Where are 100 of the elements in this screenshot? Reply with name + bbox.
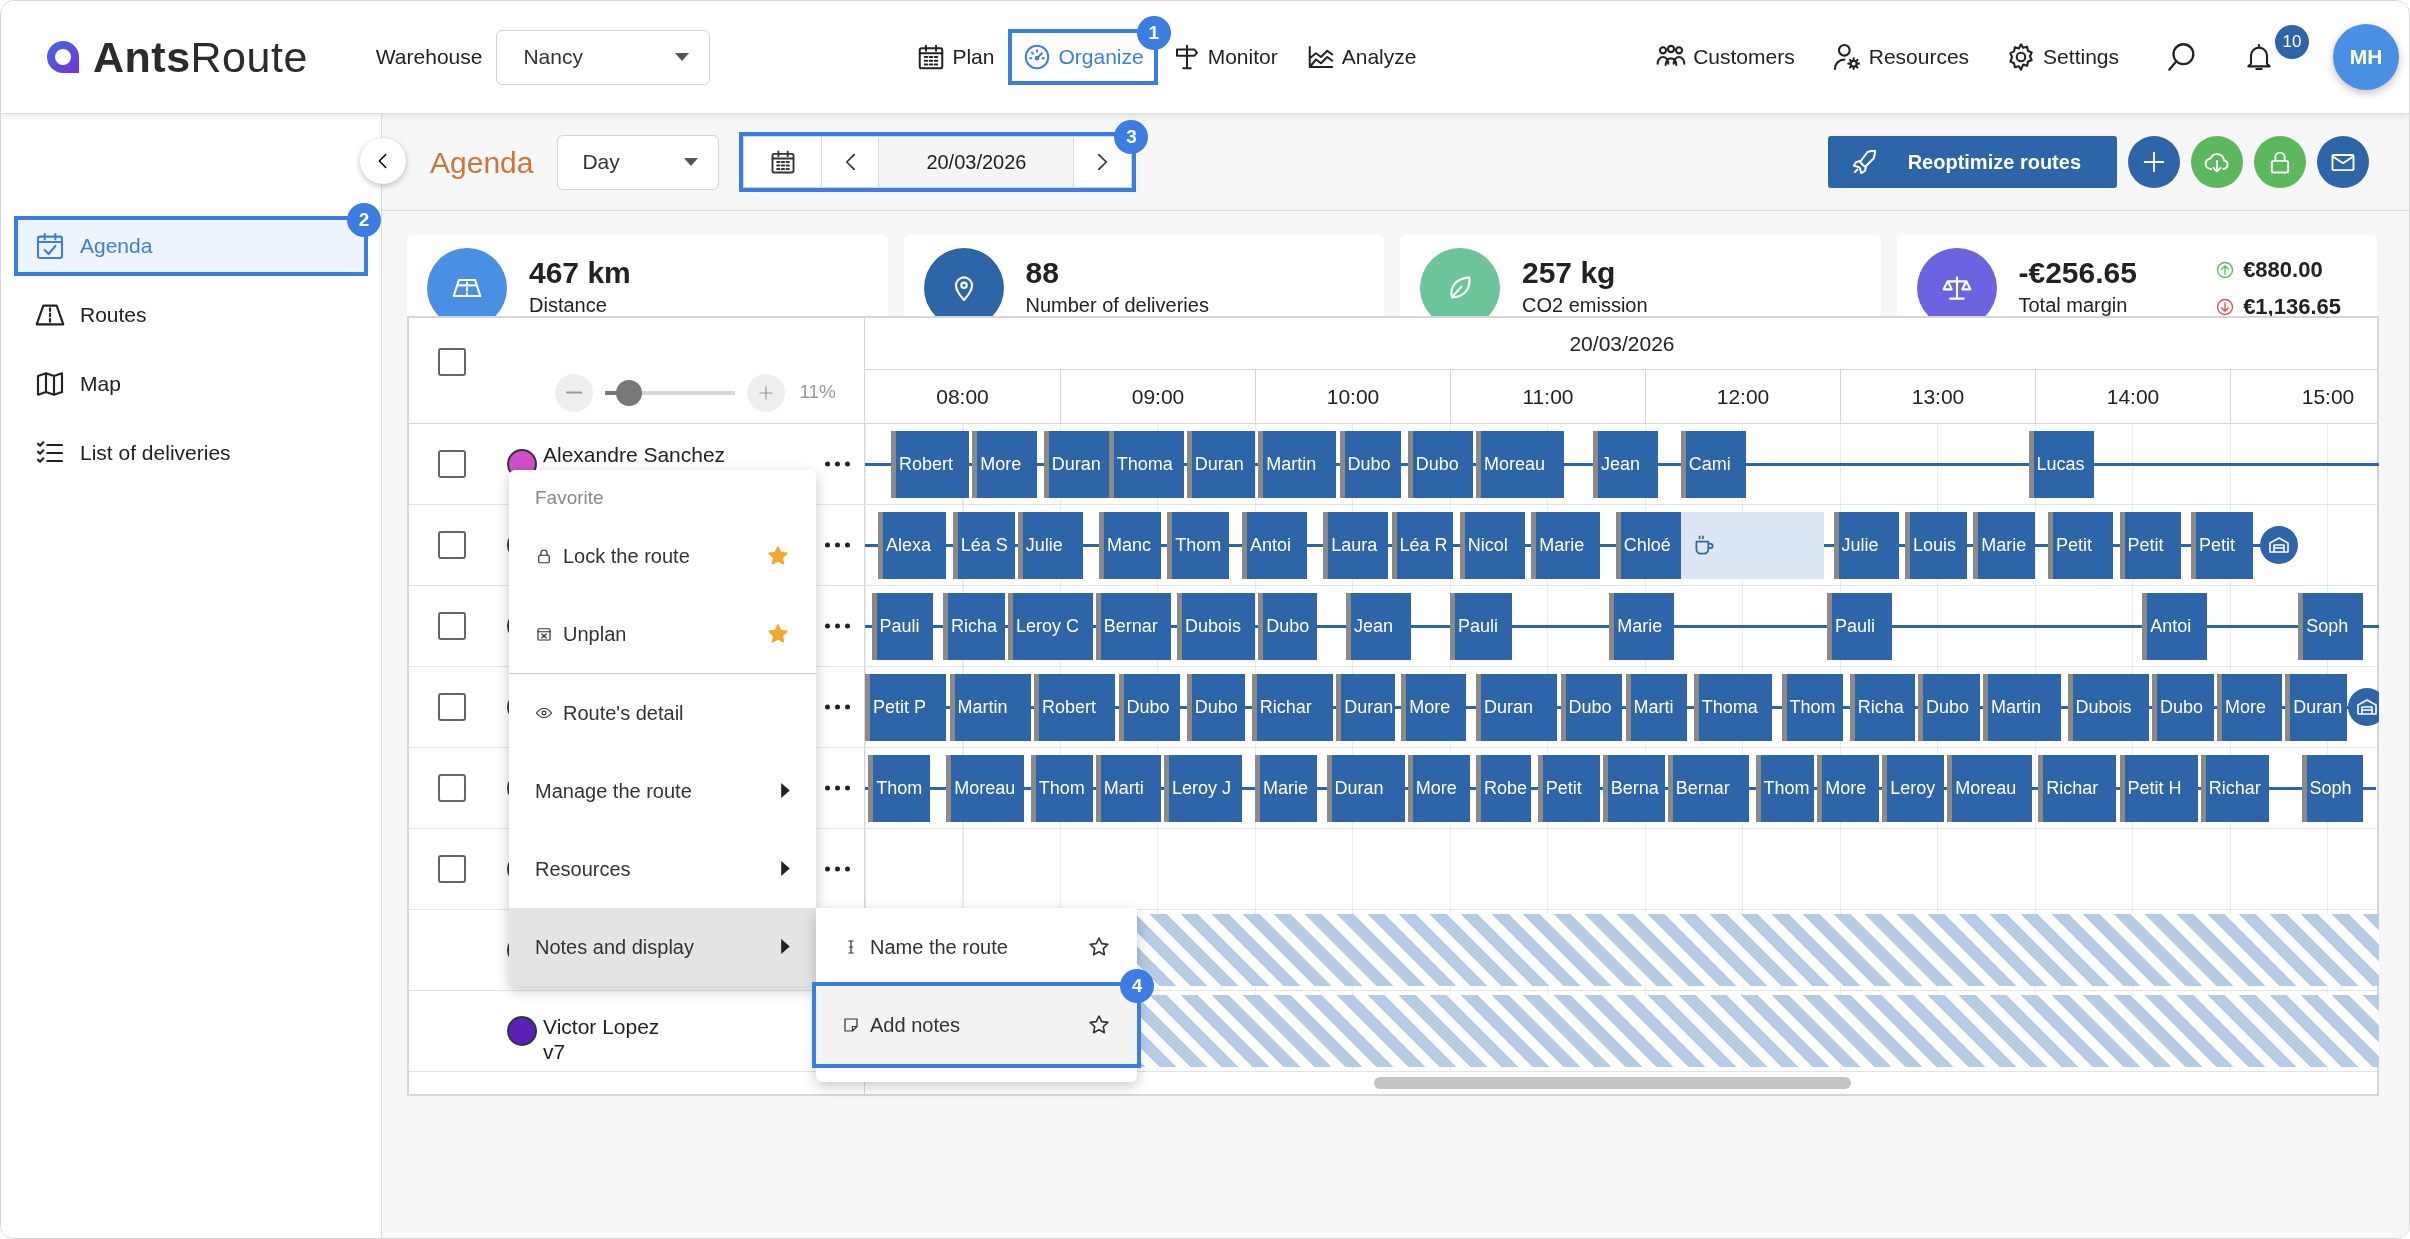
nav-tab[interactable]: Plan bbox=[906, 33, 1005, 81]
delivery-block[interactable]: Marie bbox=[1973, 512, 2035, 579]
sidebar-item[interactable]: Map bbox=[18, 358, 364, 410]
row-checkbox[interactable] bbox=[438, 855, 466, 883]
delivery-block[interactable]: Petit bbox=[2119, 512, 2182, 579]
delivery-block[interactable]: Soph bbox=[2298, 593, 2364, 660]
delivery-block[interactable]: More bbox=[1401, 674, 1467, 741]
delivery-block[interactable]: Leroy bbox=[1882, 755, 1944, 822]
delivery-block[interactable]: Dubo bbox=[1339, 431, 1402, 498]
delivery-block[interactable]: Dubo bbox=[1560, 674, 1623, 741]
delivery-block[interactable]: Dubo bbox=[2152, 674, 2214, 741]
menu-item[interactable]: Resources bbox=[509, 829, 816, 908]
delivery-block[interactable]: Robert bbox=[1034, 674, 1116, 741]
delivery-block[interactable]: Duran bbox=[1043, 431, 1109, 498]
row-checkbox[interactable] bbox=[438, 612, 466, 640]
delivery-block[interactable]: Martin bbox=[1258, 431, 1337, 498]
scrollbar-thumb[interactable] bbox=[1373, 1077, 1851, 1089]
menu-item[interactable]: Notes and display bbox=[509, 907, 816, 986]
sidebar-item[interactable]: List of deliveries bbox=[18, 427, 364, 479]
delivery-block[interactable]: Petit bbox=[2048, 512, 2113, 579]
delivery-block[interactable]: Martin bbox=[949, 674, 1031, 741]
delivery-block[interactable]: Dubo bbox=[1186, 674, 1246, 741]
delivery-block[interactable]: Manc bbox=[1099, 512, 1161, 579]
row-checkbox[interactable] bbox=[438, 693, 466, 721]
delivery-block[interactable]: Thom bbox=[1030, 755, 1093, 822]
delivery-block[interactable]: Nicol bbox=[1459, 512, 1525, 579]
row-checkbox[interactable] bbox=[438, 531, 466, 559]
delivery-block[interactable]: Moreau bbox=[1476, 431, 1564, 498]
delivery-block[interactable]: Marie bbox=[1531, 512, 1600, 579]
zoom-slider-thumb[interactable] bbox=[615, 379, 642, 406]
sidebar-item[interactable]: Routes bbox=[18, 289, 364, 341]
nav-link[interactable]: Customers bbox=[1651, 35, 1799, 79]
delivery-block[interactable]: Antoi bbox=[1242, 512, 1307, 579]
delivery-block[interactable]: Robert bbox=[891, 431, 969, 498]
delivery-block[interactable]: Pauli bbox=[1827, 593, 1892, 660]
delivery-block[interactable]: Petit bbox=[1537, 755, 1600, 822]
delivery-block[interactable]: Dubois bbox=[1177, 593, 1255, 660]
delivery-block[interactable]: Léa R bbox=[1391, 512, 1454, 579]
delivery-block[interactable]: Alexa bbox=[878, 512, 947, 579]
delivery-block[interactable]: Dubo bbox=[1407, 431, 1473, 498]
delivery-block[interactable]: Richar bbox=[1251, 674, 1333, 741]
delivery-block[interactable]: Louis bbox=[1905, 512, 1967, 579]
delivery-block[interactable]: Thom bbox=[1167, 512, 1229, 579]
delivery-block[interactable]: Pauli bbox=[871, 593, 934, 660]
date-field[interactable]: 20/03/2026 bbox=[879, 137, 1075, 187]
delivery-block[interactable]: Leroy C bbox=[1008, 593, 1093, 660]
delivery-block[interactable]: Dubo bbox=[1118, 674, 1181, 741]
depot-marker[interactable] bbox=[2347, 688, 2379, 726]
delivery-block[interactable]: Thom bbox=[1781, 674, 1844, 741]
delivery-block[interactable]: Richar bbox=[2200, 755, 2269, 822]
delivery-block[interactable]: Bernar bbox=[1667, 755, 1749, 822]
delivery-block[interactable]: More bbox=[1817, 755, 1879, 822]
delivery-block[interactable]: Julie bbox=[1017, 512, 1083, 579]
delivery-block[interactable]: Berna bbox=[1602, 755, 1665, 822]
delivery-block[interactable]: Dubois bbox=[2067, 674, 2149, 741]
delivery-block[interactable]: Bernar bbox=[1095, 593, 1171, 660]
round-action-button[interactable] bbox=[2128, 136, 2180, 188]
depot-marker[interactable] bbox=[2259, 526, 2298, 564]
delivery-block[interactable]: Marti bbox=[1625, 674, 1688, 741]
avatar[interactable]: MH bbox=[2333, 24, 2399, 90]
menu-item[interactable]: Unplan bbox=[509, 594, 816, 673]
delivery-block[interactable]: More bbox=[2217, 674, 2282, 741]
menu-item[interactable]: Manage the route bbox=[509, 751, 816, 830]
delivery-block[interactable]: Martin bbox=[1983, 674, 2061, 741]
delivery-block[interactable]: Petit H bbox=[2119, 755, 2198, 822]
menu-item[interactable]: Lock the route bbox=[509, 516, 816, 595]
delivery-block[interactable]: Dubo bbox=[1258, 593, 1317, 660]
select-all-checkbox[interactable] bbox=[438, 347, 466, 376]
delivery-block[interactable]: Cami bbox=[1680, 431, 1746, 498]
delivery-block[interactable]: Duran bbox=[2285, 674, 2347, 741]
delivery-block[interactable]: Thom bbox=[868, 755, 930, 822]
delivery-block[interactable]: Duran bbox=[1186, 431, 1255, 498]
view-select[interactable]: Day bbox=[557, 134, 720, 190]
delivery-block[interactable]: Richar bbox=[2038, 755, 2117, 822]
delivery-block[interactable]: Petit bbox=[2191, 512, 2253, 579]
reoptimize-button[interactable]: Reoptimize routes bbox=[1827, 136, 2117, 188]
delivery-block[interactable]: Marie bbox=[1609, 593, 1675, 660]
delivery-block[interactable]: Antoi bbox=[2142, 593, 2208, 660]
delivery-block[interactable]: Thoma bbox=[1693, 674, 1772, 741]
delivery-block[interactable]: Moreau bbox=[1947, 755, 2032, 822]
delivery-block[interactable]: Thoma bbox=[1108, 431, 1184, 498]
delivery-block[interactable]: Julie bbox=[1833, 512, 1899, 579]
warehouse-select[interactable]: Nancy bbox=[496, 29, 711, 85]
delivery-block[interactable]: More bbox=[1407, 755, 1470, 822]
nav-tab[interactable]: Analyze bbox=[1295, 33, 1427, 81]
delivery-block[interactable]: Soph bbox=[2301, 755, 2364, 822]
delivery-block[interactable]: Laura bbox=[1323, 512, 1389, 579]
delivery-block[interactable]: Jean bbox=[1593, 431, 1658, 498]
delivery-block[interactable]: Dubo bbox=[1918, 674, 1980, 741]
row-checkbox[interactable] bbox=[438, 450, 466, 478]
delivery-block[interactable]: Thom bbox=[1755, 755, 1814, 822]
menu-item[interactable]: Route's detail bbox=[509, 673, 816, 752]
delivery-block[interactable]: More bbox=[972, 431, 1038, 498]
delivery-block[interactable]: Richa bbox=[943, 593, 1005, 660]
delivery-block[interactable]: Pauli bbox=[1450, 593, 1512, 660]
row-checkbox[interactable] bbox=[438, 774, 466, 802]
delivery-block[interactable]: Marti bbox=[1095, 755, 1161, 822]
delivery-block[interactable]: Robe bbox=[1476, 755, 1532, 822]
delivery-block[interactable]: Marie bbox=[1255, 755, 1317, 822]
delivery-block[interactable]: Leroy J bbox=[1164, 755, 1242, 822]
